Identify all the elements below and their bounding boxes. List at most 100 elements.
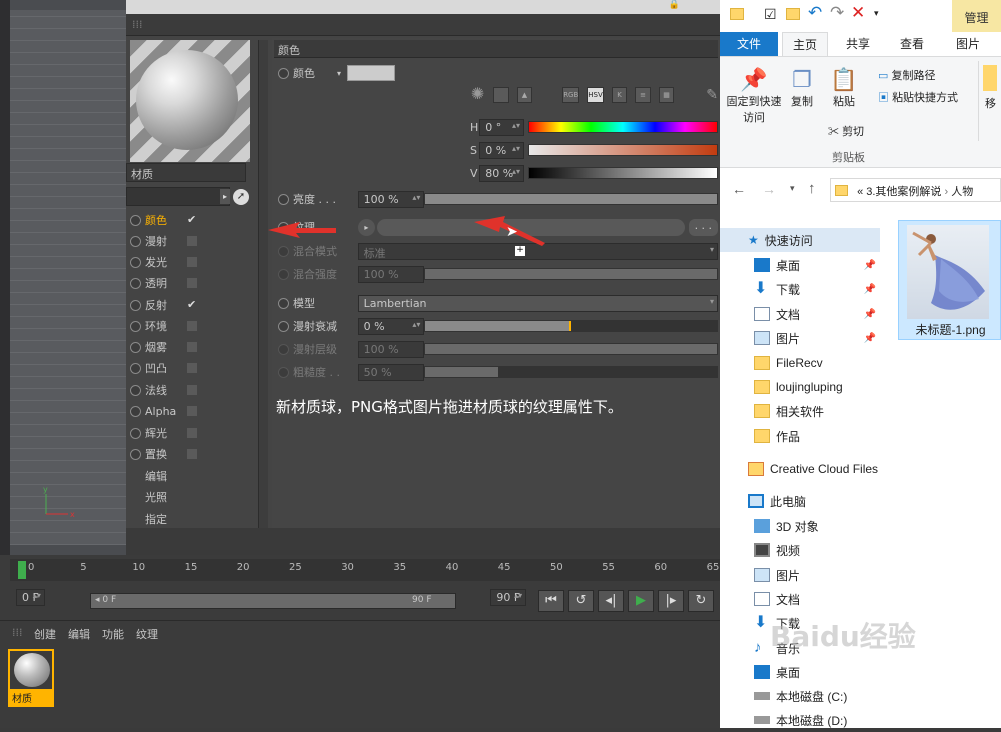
tab-share[interactable]: 共享: [836, 32, 880, 56]
saturation-slider[interactable]: [528, 144, 718, 156]
brightness-field[interactable]: 100 % ▴▾: [357, 190, 425, 208]
pin-quick-access-button[interactable]: 📌 固定到快速访问: [726, 67, 782, 125]
tab-picture-tools[interactable]: 图片工具: [946, 32, 1001, 75]
tab-file[interactable]: 文件: [720, 32, 778, 56]
channel-fog[interactable]: 烟雾: [130, 337, 250, 357]
material-name-input[interactable]: [126, 187, 230, 206]
timeline-ruler[interactable]: 0 5 10 15 20 25 30 35 40 45 50 55 60 65: [10, 559, 720, 581]
channel-bump[interactable]: 凹凸: [130, 358, 250, 378]
copy-path-button[interactable]: ▭ 复制路径: [878, 67, 935, 83]
play-arrow-icon[interactable]: ▸: [220, 189, 230, 204]
play-icon[interactable]: ▶: [628, 590, 654, 612]
new-folder-icon[interactable]: [786, 8, 800, 20]
diffuse-falloff-field[interactable]: 0 % ▴▾: [357, 317, 425, 335]
spectrum-icon[interactable]: [493, 87, 509, 103]
nav-quick-access[interactable]: ★ 快速访问: [720, 228, 880, 252]
channel-illumination[interactable]: 光照: [130, 487, 250, 507]
address-overflow[interactable]: «: [857, 186, 863, 198]
checkbox[interactable]: [187, 406, 197, 416]
undo-icon[interactable]: ↶: [808, 3, 822, 23]
previous-key-icon[interactable]: ↺: [568, 590, 594, 612]
saturation-field[interactable]: 0 % ▴▾: [479, 141, 525, 159]
next-key-icon[interactable]: ↻: [688, 590, 714, 612]
menu-function[interactable]: 功能: [102, 626, 124, 645]
material-name-field[interactable]: 材质: [126, 163, 246, 182]
nav-pictures[interactable]: 图片 📌: [720, 326, 880, 350]
rgb-mode-button[interactable]: RGB: [562, 87, 580, 103]
channel-color[interactable]: 颜色 ✔: [130, 210, 250, 230]
checkbox[interactable]: [187, 385, 197, 395]
pick-arrow-icon[interactable]: ➚: [233, 189, 249, 205]
nav-filerecv[interactable]: FileRecv: [720, 351, 823, 375]
value-slider[interactable]: [528, 167, 718, 179]
swatches-icon[interactable]: ▦: [658, 87, 675, 103]
radio-icon[interactable]: [278, 320, 289, 332]
blend-strength-slider[interactable]: [424, 268, 718, 280]
3d-viewport[interactable]: y x: [0, 0, 126, 555]
hue-field[interactable]: 0 ° ▴▾: [479, 118, 525, 136]
nav-this-pc[interactable]: 此电脑: [720, 489, 806, 513]
menu-texture[interactable]: 纹理: [136, 626, 158, 645]
tab-home[interactable]: 主页: [782, 32, 829, 56]
radio-icon[interactable]: [278, 221, 289, 233]
brightness-slider[interactable]: [424, 193, 718, 205]
address-segment[interactable]: 人物: [951, 186, 973, 198]
check-icon[interactable]: ✔: [187, 299, 197, 310]
eyedropper-icon[interactable]: ✎: [706, 87, 718, 103]
roughness-field[interactable]: 50 %: [357, 363, 425, 381]
channel-editor[interactable]: 编辑: [130, 466, 250, 486]
recent-dropdown-icon[interactable]: ▾: [790, 183, 795, 194]
checkbox[interactable]: [187, 321, 197, 331]
nav-desktop[interactable]: 桌面 📌: [720, 253, 880, 277]
checkbox[interactable]: [187, 449, 197, 459]
nav-documents-pc[interactable]: 文档: [720, 587, 800, 611]
forward-icon[interactable]: →: [762, 181, 776, 197]
checkbox[interactable]: [187, 236, 197, 246]
menu-edit[interactable]: 编辑: [68, 626, 90, 645]
address-segment[interactable]: 3.其他案例解说: [866, 186, 941, 198]
address-bar[interactable]: « 3.其他案例解说 › 人物: [830, 178, 1001, 202]
nav-creative-cloud[interactable]: Creative Cloud Files: [720, 457, 885, 481]
texture-browse-button[interactable]: . . .: [688, 218, 718, 236]
nav-related-software[interactable]: 相关软件: [720, 399, 824, 423]
frame-range-slider[interactable]: ◂ 0 F: [90, 593, 456, 609]
material-editor-titlebar[interactable]: 🔒: [126, 0, 720, 14]
channel-alpha[interactable]: Alpha: [130, 401, 250, 421]
cut-button[interactable]: ✂ 剪切: [828, 123, 864, 139]
check-icon[interactable]: ✔: [187, 214, 197, 225]
manage-tab[interactable]: 管理: [952, 0, 1001, 32]
diffuse-level-slider[interactable]: [424, 343, 718, 355]
checkbox[interactable]: [187, 342, 197, 352]
dropdown-arrow-icon[interactable]: ▾: [337, 69, 341, 78]
channel-environment[interactable]: 环境: [130, 316, 250, 336]
channel-glow[interactable]: 辉光: [130, 423, 250, 443]
next-frame-icon[interactable]: |▸: [658, 590, 684, 612]
hue-slider[interactable]: [528, 121, 718, 133]
diffuse-level-field[interactable]: 100 %: [357, 340, 425, 358]
channel-assign[interactable]: 指定: [130, 509, 250, 529]
channel-luminance[interactable]: 发光: [130, 252, 250, 272]
paste-button[interactable]: 📋 粘贴: [826, 67, 862, 109]
channel-reflectance[interactable]: 反射 ✔: [130, 295, 250, 315]
radio-icon[interactable]: [278, 67, 289, 79]
color-wheel-icon[interactable]: ✺: [470, 86, 485, 103]
blend-mode-select[interactable]: 标准 ▾: [357, 242, 718, 260]
redo-icon[interactable]: ↷: [830, 3, 844, 23]
checkbox[interactable]: [187, 363, 197, 373]
hsv-mode-button[interactable]: HSV: [587, 87, 604, 103]
nav-3d-objects[interactable]: 3D 对象: [720, 514, 819, 538]
checkbox[interactable]: [187, 428, 197, 438]
color-swatch[interactable]: [347, 65, 396, 81]
kelvin-mode-button[interactable]: K: [611, 87, 628, 103]
file-thumbnail[interactable]: 未标题-1.png: [898, 220, 1001, 340]
radio-icon[interactable]: [278, 193, 289, 205]
material-preview[interactable]: [130, 40, 250, 162]
move-button[interactable]: 移: [978, 61, 998, 141]
roughness-slider[interactable]: [424, 366, 718, 378]
checkbox[interactable]: [187, 257, 197, 267]
playhead[interactable]: [18, 561, 26, 579]
lock-icon[interactable]: 🔒: [669, 0, 680, 10]
channel-transparency[interactable]: 透明: [130, 273, 250, 293]
checkbox[interactable]: [187, 278, 197, 288]
end-frame-field[interactable]: 90 F ▴▾: [490, 589, 527, 606]
